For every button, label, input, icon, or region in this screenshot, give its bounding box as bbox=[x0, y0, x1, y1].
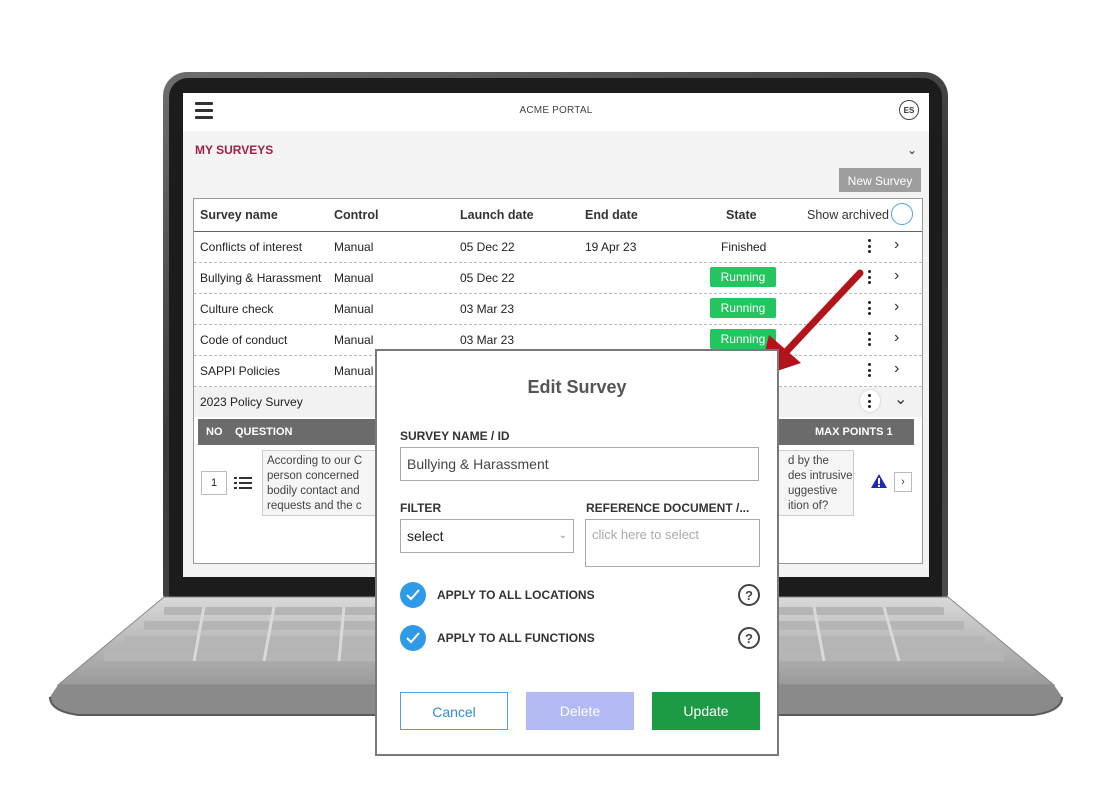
table-row[interactable]: Conflicts of interest Manual 05 Dec 22 1… bbox=[194, 232, 922, 263]
more-options-icon[interactable] bbox=[867, 270, 873, 286]
reference-document-picker[interactable]: click here to select bbox=[585, 519, 760, 567]
help-icon[interactable]: ? bbox=[738, 584, 760, 606]
chevron-right-icon[interactable]: › bbox=[894, 267, 899, 285]
modal-title: Edit Survey bbox=[527, 377, 627, 397]
chevron-down-icon: ⌄ bbox=[558, 530, 567, 541]
user-avatar[interactable]: ES bbox=[899, 100, 919, 120]
table-header: Survey name Control Launch date End date… bbox=[194, 199, 922, 232]
chevron-down-icon[interactable]: ⌄ bbox=[907, 143, 917, 157]
show-archived-toggle[interactable] bbox=[891, 203, 913, 225]
survey-name-label: SURVEY NAME / ID bbox=[400, 429, 510, 443]
next-question-button[interactable]: › bbox=[894, 472, 912, 492]
app-title: ACME PORTAL bbox=[519, 105, 593, 116]
reference-document-label: REFERENCE DOCUMENT /... bbox=[586, 501, 750, 515]
chevron-right-icon[interactable]: › bbox=[894, 298, 899, 316]
question-number[interactable]: 1 bbox=[201, 471, 227, 495]
cancel-button[interactable]: Cancel bbox=[400, 692, 508, 730]
column-header-survey-name[interactable]: Survey name bbox=[200, 208, 278, 222]
apply-functions-checkbox[interactable] bbox=[400, 625, 426, 651]
update-button[interactable]: Update bbox=[652, 692, 760, 730]
chevron-right-icon[interactable]: › bbox=[894, 360, 899, 378]
apply-functions-row: APPLY TO ALL FUNCTIONS ? bbox=[400, 625, 760, 653]
help-icon[interactable]: ? bbox=[738, 627, 760, 649]
filter-label: FILTER bbox=[400, 501, 442, 515]
filter-select[interactable]: select ⌄ bbox=[400, 519, 574, 553]
more-options-icon[interactable] bbox=[867, 394, 873, 410]
column-header-state[interactable]: State bbox=[726, 208, 757, 222]
show-archived-label: Show archived bbox=[807, 208, 889, 222]
list-icon[interactable] bbox=[234, 476, 252, 490]
apply-locations-checkbox[interactable] bbox=[400, 582, 426, 608]
apply-locations-label: APPLY TO ALL LOCATIONS bbox=[437, 588, 595, 602]
chevron-right-icon[interactable]: › bbox=[894, 236, 899, 254]
warning-icon bbox=[871, 474, 887, 488]
section-title: MY SURVEYS bbox=[195, 143, 274, 157]
chevron-right-icon[interactable]: › bbox=[894, 329, 899, 347]
more-options-icon[interactable] bbox=[867, 301, 873, 317]
new-survey-button[interactable]: New Survey bbox=[839, 168, 921, 192]
apply-locations-row: APPLY TO ALL LOCATIONS ? bbox=[400, 582, 760, 610]
chevron-down-icon[interactable]: ⌄ bbox=[894, 389, 907, 409]
more-options-icon[interactable] bbox=[867, 363, 873, 379]
delete-button[interactable]: Delete bbox=[526, 692, 634, 730]
top-bar: ACME PORTAL ES bbox=[183, 93, 929, 131]
survey-name-input[interactable]: Bullying & Harassment bbox=[400, 447, 759, 481]
column-header-launch-date[interactable]: Launch date bbox=[460, 208, 534, 222]
apply-functions-label: APPLY TO ALL FUNCTIONS bbox=[437, 631, 595, 645]
column-header-end-date[interactable]: End date bbox=[585, 208, 638, 222]
more-options-icon[interactable] bbox=[867, 239, 873, 255]
more-options-icon[interactable] bbox=[867, 332, 873, 348]
status-badge: Finished bbox=[721, 240, 767, 254]
column-header-control[interactable]: Control bbox=[334, 208, 378, 222]
edit-survey-modal: Edit Survey SURVEY NAME / ID Bullying & … bbox=[375, 349, 779, 756]
